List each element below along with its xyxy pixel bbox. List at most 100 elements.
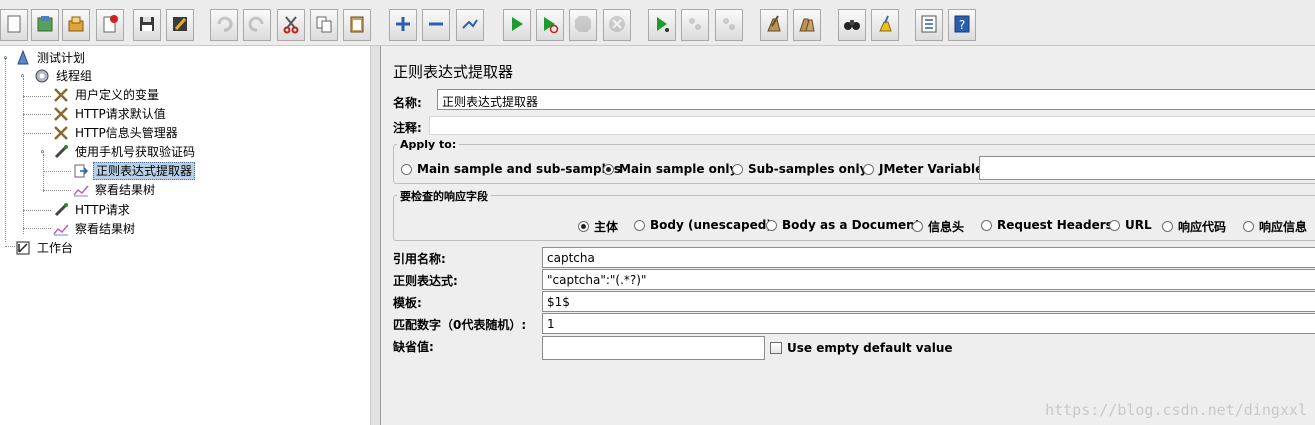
template-field[interactable]: $1$ bbox=[542, 291, 1315, 312]
tree-item-view-results-tree[interactable]: 察看结果树 bbox=[72, 181, 157, 199]
ref-name-field[interactable]: captcha bbox=[542, 247, 1315, 268]
apply-main-and-sub-radio[interactable]: Main sample and sub-samples bbox=[401, 162, 621, 176]
remote-exit-button[interactable] bbox=[715, 9, 743, 41]
svg-text:?: ? bbox=[959, 18, 965, 32]
clear-all-icon bbox=[797, 14, 817, 37]
tree-item-thread-group[interactable]: 线程组 bbox=[33, 67, 94, 85]
comment-field[interactable] bbox=[429, 116, 1315, 135]
regex-label: 正则表达式: bbox=[393, 274, 458, 288]
collapse-toggle-icon[interactable]: ⚬ bbox=[1, 54, 10, 64]
tree-item-test-plan[interactable]: 测试计划 bbox=[14, 49, 87, 67]
shutdown-button[interactable] bbox=[603, 9, 631, 41]
save-as-icon bbox=[170, 14, 190, 37]
new-icon bbox=[4, 14, 24, 37]
field-headers-radio[interactable]: 信息头 bbox=[912, 218, 964, 235]
extractor-icon bbox=[72, 162, 90, 180]
tree-item-view-results-tree[interactable]: 察看结果树 bbox=[52, 220, 137, 238]
reset-search-button[interactable] bbox=[871, 9, 899, 41]
toggle-button[interactable] bbox=[456, 9, 484, 41]
test-plan-icon bbox=[14, 49, 32, 67]
field-body-document-radio[interactable]: Body as a Document bbox=[766, 218, 920, 232]
save-icon bbox=[137, 14, 157, 37]
templates-button[interactable] bbox=[31, 9, 59, 41]
remote-start-button[interactable] bbox=[648, 9, 676, 41]
close-button[interactable] bbox=[96, 9, 124, 41]
redo-button[interactable] bbox=[243, 9, 271, 41]
undo-button[interactable] bbox=[210, 9, 238, 41]
watermark: https://blog.csdn.net/dingxxl bbox=[1045, 401, 1307, 419]
paste-icon bbox=[347, 14, 367, 37]
name-field[interactable]: 正则表达式提取器 bbox=[437, 89, 1315, 110]
jmeter-variable-field[interactable] bbox=[979, 156, 1315, 180]
function-helper-button[interactable] bbox=[915, 9, 943, 41]
toggle-icon bbox=[460, 14, 480, 37]
tree-item-label: 线程组 bbox=[56, 69, 93, 83]
tree-item-label: 测试计划 bbox=[37, 51, 86, 65]
clear-button[interactable] bbox=[760, 9, 788, 41]
tree-item-label: HTTP请求 bbox=[75, 203, 130, 217]
stop-button[interactable] bbox=[569, 9, 597, 41]
collapse-button[interactable] bbox=[422, 9, 450, 41]
response-field-legend: 要检查的响应字段 bbox=[397, 188, 491, 204]
save-button[interactable] bbox=[133, 9, 161, 41]
remote-start-icon bbox=[652, 14, 672, 37]
field-response-code-radio[interactable]: 响应代码 bbox=[1162, 218, 1226, 235]
start-button[interactable] bbox=[503, 9, 531, 41]
start-no-pause-button[interactable] bbox=[536, 9, 564, 41]
match-no-label: 匹配数字（0代表随机）: bbox=[393, 318, 527, 332]
collapse-toggle-icon[interactable]: ⚬ bbox=[38, 148, 47, 158]
collapse-toggle-icon[interactable]: ⚬ bbox=[18, 72, 27, 82]
open-button[interactable] bbox=[62, 9, 90, 41]
save-as-button[interactable] bbox=[166, 9, 194, 41]
split-pane-divider[interactable] bbox=[370, 46, 381, 425]
tree-item-regex-extractor[interactable]: 正则表达式提取器 bbox=[72, 162, 196, 180]
sampler-icon bbox=[52, 143, 70, 161]
comment-label: 注释: bbox=[393, 121, 422, 135]
tree-item-label: HTTP信息头管理器 bbox=[75, 126, 178, 140]
tree-item-http-defaults[interactable]: HTTP请求默认值 bbox=[52, 105, 168, 123]
default-value-field[interactable] bbox=[542, 336, 765, 360]
field-request-headers-radio[interactable]: Request Headers bbox=[981, 218, 1113, 232]
listener-icon bbox=[52, 220, 70, 238]
ref-name-label: 引用名称: bbox=[393, 252, 446, 266]
tree-item-label: 工作台 bbox=[37, 241, 74, 255]
field-url-radio[interactable]: URL bbox=[1109, 218, 1152, 232]
apply-main-only-radio[interactable]: Main sample only bbox=[603, 162, 737, 176]
name-label: 名称: bbox=[393, 96, 422, 110]
undo-icon bbox=[214, 14, 234, 37]
regex-extractor-panel: 正则表达式提取器 名称: 正则表达式提取器 注释: Apply to: Main… bbox=[381, 46, 1315, 425]
tree-item-workbench[interactable]: 工作台 bbox=[14, 239, 75, 257]
cut-icon bbox=[281, 14, 301, 37]
paste-button[interactable] bbox=[343, 9, 371, 41]
apply-to-legend: Apply to: bbox=[397, 138, 460, 151]
expand-button[interactable] bbox=[389, 9, 417, 41]
apply-jmeter-variable-radio[interactable]: JMeter Variable bbox=[863, 162, 983, 176]
test-plan-tree[interactable]: ⚬ ⚬ ⚬ 测试计划 线程组 用户定义的变量 HTTP请求默认值 HTTP信息头… bbox=[0, 46, 370, 425]
remote-stop-button[interactable] bbox=[681, 9, 709, 41]
field-body-radio[interactable]: 主体 bbox=[578, 218, 618, 235]
tree-item-user-defined-vars[interactable]: 用户定义的变量 bbox=[52, 86, 161, 104]
help-button[interactable]: ? bbox=[948, 9, 976, 41]
search-icon bbox=[842, 14, 862, 37]
regex-field[interactable]: "captcha":"(.*?)" bbox=[542, 269, 1315, 290]
collapse-icon bbox=[426, 14, 446, 37]
tree-item-http-header-manager[interactable]: HTTP信息头管理器 bbox=[52, 124, 180, 142]
remote-exit-icon bbox=[719, 14, 739, 37]
match-no-field[interactable]: 1 bbox=[542, 313, 1315, 334]
field-response-message-radio[interactable]: 响应信息 bbox=[1243, 218, 1307, 235]
tree-item-label: 使用手机号获取验证码 bbox=[75, 145, 196, 159]
field-body-unescaped-radio[interactable]: Body (unescaped) bbox=[634, 218, 772, 232]
apply-sub-only-radio[interactable]: Sub-samples only bbox=[732, 162, 867, 176]
search-button[interactable] bbox=[838, 9, 866, 41]
copy-button[interactable] bbox=[310, 9, 338, 41]
function-helper-icon bbox=[919, 14, 939, 37]
cut-button[interactable] bbox=[277, 9, 305, 41]
config-icon bbox=[52, 124, 70, 142]
tree-item-http-request[interactable]: HTTP请求 bbox=[52, 201, 132, 219]
new-button[interactable] bbox=[0, 9, 28, 41]
help-icon: ? bbox=[952, 14, 972, 37]
tree-item-get-captcha-request[interactable]: 使用手机号获取验证码 bbox=[52, 143, 197, 161]
remote-stop-icon bbox=[685, 14, 705, 37]
use-empty-default-checkbox[interactable]: Use empty default value bbox=[770, 341, 953, 355]
clear-all-button[interactable] bbox=[793, 9, 821, 41]
